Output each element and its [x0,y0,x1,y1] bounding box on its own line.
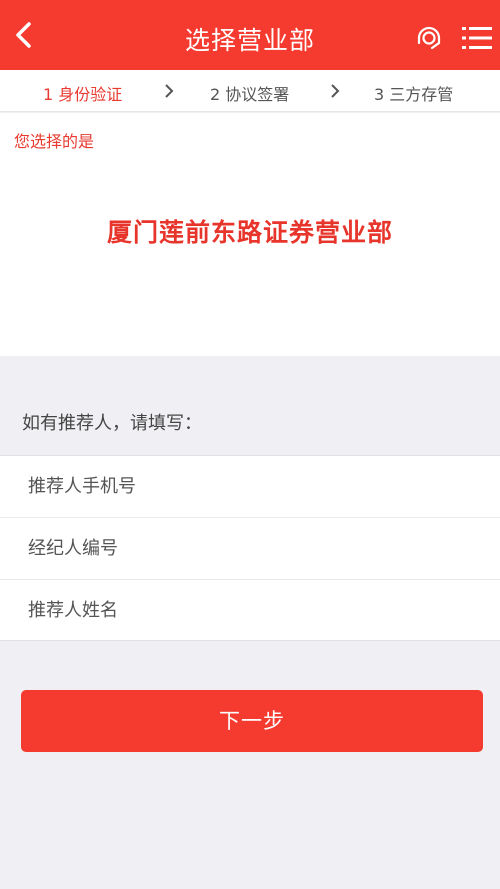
next-step-button[interactable]: 下一步 [21,690,483,752]
referral-hint: 如有推荐人，请填写： [22,413,202,434]
step-indicator: 1 身份验证 2 协议签署 3 三方存管 [0,70,500,112]
customer-service-icon[interactable] [414,22,444,52]
step-identity-verification: 1 身份验证 [43,85,123,104]
chevron-right-icon [165,84,174,98]
chevron-right-icon [331,84,340,98]
selected-branch-panel: 您选择的是 厦门莲前东路证券营业部 [0,113,500,356]
referral-form [0,455,500,641]
step-agreement-signing: 2 协议签署 [210,85,290,104]
broker-id-input[interactable] [28,518,478,579]
menu-icon[interactable] [460,24,494,52]
referrer-phone-row [0,456,500,518]
selected-branch-label: 您选择的是 [14,132,95,151]
broker-id-row [0,518,500,580]
referrer-name-row [0,580,500,642]
top-navigation-bar: 选择营业部 [0,0,500,70]
selected-branch-name: 厦门莲前东路证券营业部 [106,218,393,247]
referrer-phone-input[interactable] [28,456,478,517]
step-third-party-depository: 3 三方存管 [374,85,454,104]
referrer-name-input[interactable] [28,580,478,641]
